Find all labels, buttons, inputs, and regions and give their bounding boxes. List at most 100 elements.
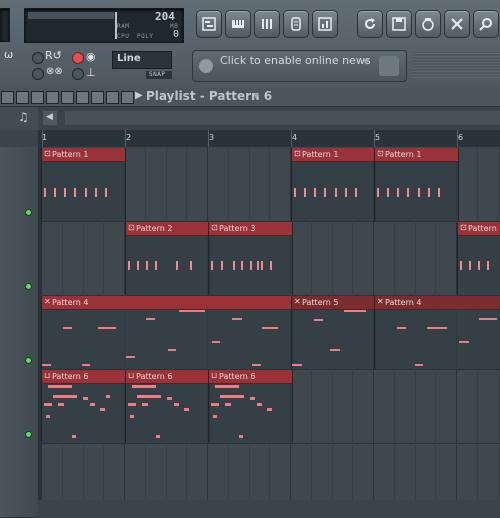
note bbox=[232, 318, 242, 320]
horizontal-scrollbar[interactable]: ◀ bbox=[38, 107, 500, 130]
track-label[interactable] bbox=[0, 369, 38, 444]
note bbox=[479, 318, 497, 320]
clip-header[interactable]: ✕ Pattern 4 bbox=[375, 296, 500, 310]
audio-clip-icon: ⊔ bbox=[44, 371, 51, 380]
track-led-icon[interactable] bbox=[25, 209, 32, 216]
note bbox=[184, 408, 189, 411]
pin-icon[interactable]: ⊥ bbox=[86, 66, 96, 79]
clip-header[interactable]: ⊡ Pattern 1 bbox=[375, 148, 458, 162]
track-label[interactable] bbox=[0, 147, 38, 222]
note bbox=[250, 261, 252, 270]
playlist-button[interactable] bbox=[196, 10, 222, 38]
channel-rack-button[interactable] bbox=[254, 10, 280, 38]
browser-button[interactable] bbox=[312, 10, 338, 38]
pattern-clip[interactable]: ✕ Pattern 4 bbox=[41, 296, 293, 369]
tool-draw-icon[interactable] bbox=[1, 91, 14, 104]
playlist-arrow-icon[interactable]: ▶ bbox=[135, 90, 143, 101]
clip-header[interactable]: ⊔ Pattern 6 bbox=[42, 370, 125, 384]
search-button[interactable] bbox=[473, 10, 499, 38]
note bbox=[137, 261, 139, 270]
note bbox=[46, 415, 50, 418]
pattern-clip[interactable]: ⊔ Pattern 6 bbox=[125, 370, 210, 443]
news-dropdown-icon[interactable]: ▼ bbox=[363, 57, 369, 66]
plugin-button[interactable] bbox=[444, 10, 470, 38]
title-dropdown-icon[interactable]: ▼ bbox=[253, 91, 259, 100]
pattern-clip[interactable]: ⊡ Pattern 1 bbox=[374, 148, 459, 221]
note bbox=[438, 188, 440, 197]
mode-radio-1[interactable] bbox=[32, 52, 44, 64]
pattern-clip[interactable]: ⊡ Pattern 1 bbox=[291, 148, 376, 221]
pattern-clip[interactable]: ⊔ Pattern 6 bbox=[41, 370, 126, 443]
news-button[interactable] bbox=[379, 56, 399, 76]
mode-radio-2[interactable] bbox=[32, 68, 44, 80]
blend-icon[interactable]: ⊗⊗ bbox=[46, 66, 63, 77]
track-led-icon[interactable] bbox=[25, 357, 32, 364]
music-note-icon[interactable]: ♫ bbox=[18, 110, 29, 124]
tool-snap-icon[interactable] bbox=[121, 91, 134, 104]
metronome-radio[interactable] bbox=[72, 68, 84, 80]
playlist-titlebar[interactable]: ▶ Playlist - Pattern 6 ▼ bbox=[135, 88, 500, 107]
loop-record-icon[interactable]: R↺ bbox=[45, 49, 62, 62]
mixer-button[interactable] bbox=[283, 10, 309, 38]
tool-select-icon[interactable] bbox=[76, 91, 89, 104]
scroll-left-button[interactable]: ◀ bbox=[43, 111, 57, 125]
clip-header[interactable]: ⊡ Pattern 3 bbox=[209, 222, 292, 236]
track-label[interactable] bbox=[0, 221, 38, 296]
tool-zoom-icon[interactable] bbox=[91, 91, 104, 104]
pattern-clip[interactable]: ⊡Pattern 2 bbox=[125, 222, 210, 295]
search-icon bbox=[479, 18, 492, 31]
undo-button[interactable] bbox=[357, 10, 383, 38]
pattern-clip[interactable]: ✕ Pattern 5 bbox=[291, 296, 376, 369]
render-button[interactable] bbox=[415, 10, 441, 38]
note bbox=[146, 261, 148, 270]
clip-header[interactable]: ⊡ Pattern 1 bbox=[42, 148, 125, 162]
wave-icon[interactable]: ω bbox=[4, 48, 13, 61]
ruler-mark: 3 bbox=[209, 133, 215, 142]
tool-delete-icon[interactable] bbox=[31, 91, 44, 104]
note bbox=[54, 188, 56, 197]
clip-header[interactable]: ✕ Pattern 5 bbox=[292, 296, 375, 310]
note bbox=[469, 261, 471, 270]
snap-select-value: Line bbox=[117, 53, 141, 64]
pattern-clip[interactable]: ⊡Pattern 2 bbox=[457, 222, 500, 295]
track-lane[interactable] bbox=[41, 443, 500, 500]
save-button[interactable] bbox=[386, 10, 412, 38]
tool-paint-icon[interactable] bbox=[16, 91, 29, 104]
note bbox=[220, 395, 244, 398]
scroll-track[interactable] bbox=[65, 111, 500, 125]
clip-header[interactable]: ⊡ Pattern 1 bbox=[292, 148, 375, 162]
note bbox=[126, 356, 135, 358]
track-led-icon[interactable] bbox=[25, 431, 32, 438]
note bbox=[168, 349, 176, 351]
clip-header[interactable]: ⊔ Pattern 6 bbox=[209, 370, 292, 384]
track-label[interactable] bbox=[0, 295, 38, 370]
track-label[interactable] bbox=[0, 443, 38, 518]
clip-header[interactable]: ⊡Pattern 2 bbox=[126, 222, 209, 236]
clip-header[interactable]: ⊡Pattern 2 bbox=[458, 222, 500, 236]
note bbox=[130, 415, 134, 418]
clip-header[interactable]: ✕ Pattern 4 bbox=[42, 296, 292, 310]
automation-icon: ✕ bbox=[294, 297, 301, 306]
snap-select[interactable]: Line bbox=[112, 51, 172, 69]
pattern-clip[interactable]: ⊔ Pattern 6 bbox=[208, 370, 293, 443]
note bbox=[304, 188, 306, 197]
note bbox=[345, 188, 347, 197]
pattern-clip[interactable]: ⊡ Pattern 3 bbox=[208, 222, 293, 295]
track-led-icon[interactable] bbox=[25, 283, 32, 290]
clip-header[interactable]: ⊔ Pattern 6 bbox=[126, 370, 209, 384]
timeline-ruler[interactable]: 1 2 3 4 5 6 bbox=[38, 130, 500, 148]
tool-play-icon[interactable] bbox=[106, 91, 119, 104]
note bbox=[262, 327, 278, 329]
record-radio[interactable] bbox=[72, 52, 84, 64]
pattern-clip[interactable]: ✕ Pattern 4 bbox=[374, 296, 500, 369]
eye-icon[interactable]: ◉ bbox=[86, 50, 96, 63]
note bbox=[314, 319, 323, 321]
piano-roll-button[interactable] bbox=[225, 10, 251, 38]
tool-slice-icon[interactable] bbox=[61, 91, 74, 104]
channel-rack-icon bbox=[262, 19, 272, 29]
online-news-panel[interactable]: Click to enable online news ▼ bbox=[192, 50, 407, 82]
pattern-clip[interactable]: ⊡ Pattern 1 bbox=[41, 148, 126, 221]
playlist-tools bbox=[0, 88, 135, 123]
playlist-grid[interactable]: ⊡ Pattern 1 ⊡ Pattern 1 ⊡ Pattern 1 ⊡ Patter… bbox=[41, 147, 500, 500]
tool-mute-icon[interactable] bbox=[46, 91, 59, 104]
